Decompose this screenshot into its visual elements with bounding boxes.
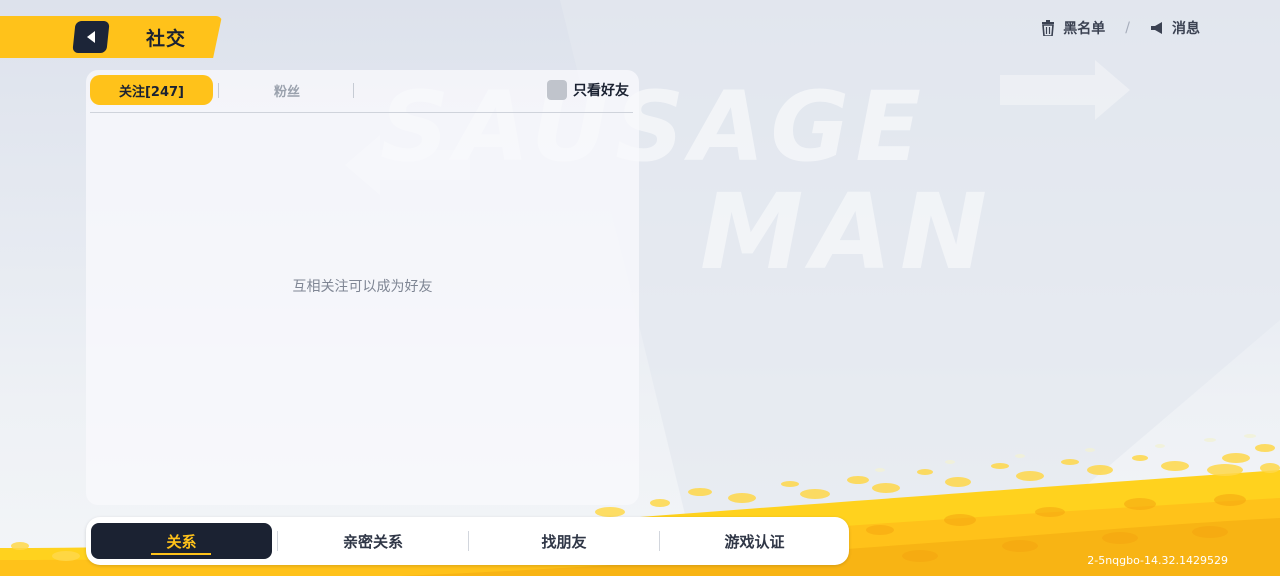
empty-state-message: 互相关注可以成为好友 <box>292 279 433 295</box>
active-tab-indicator <box>151 553 211 555</box>
header-separator: / <box>1125 20 1130 36</box>
tab-divider <box>353 83 354 98</box>
back-arrow-icon <box>87 31 95 43</box>
nav-find-friends[interactable]: 找朋友 <box>469 517 659 565</box>
friends-only-label: 只看好友 <box>573 83 629 99</box>
social-list-panel: 关注[247] 粉丝 只看好友 互相关注可以成为好友 <box>86 70 639 505</box>
friends-only-toggle[interactable]: 只看好友 <box>547 80 629 100</box>
nav-relations[interactable]: 关系 <box>91 523 272 559</box>
version-text: 2-5nqgbo-14.32.1429529 <box>1087 554 1228 567</box>
back-button[interactable] <box>72 21 110 53</box>
blacklist-label: 黑名单 <box>1063 21 1106 37</box>
blacklist-button[interactable]: 黑名单 <box>1041 18 1105 38</box>
title-banner <box>0 16 222 58</box>
nav-game-verification[interactable]: 游戏认证 <box>660 517 849 565</box>
page-title: 社交 <box>146 28 187 50</box>
nav-relations-label: 关系 <box>166 532 197 551</box>
tab-bar-divider <box>90 112 633 113</box>
friends-only-checkbox[interactable] <box>547 80 567 100</box>
logo-watermark-line2: MAN <box>700 171 995 293</box>
megaphone-icon <box>1151 22 1162 34</box>
tab-divider <box>218 83 219 98</box>
nav-intimate-relations-label: 亲密关系 <box>342 532 403 551</box>
trash-icon <box>1042 20 1055 36</box>
nav-find-friends-label: 找朋友 <box>541 532 587 551</box>
top-right-actions: 黑名单 / 消息 <box>1041 18 1200 38</box>
bottom-nav: 关系 亲密关系 找朋友 游戏认证 <box>86 517 849 565</box>
tab-following[interactable]: 关注[247] <box>90 75 213 105</box>
messages-button[interactable]: 消息 <box>1150 18 1200 38</box>
nav-intimate-relations[interactable]: 亲密关系 <box>278 517 468 565</box>
messages-label: 消息 <box>1172 21 1200 37</box>
tab-fans[interactable]: 粉丝 <box>222 75 352 105</box>
nav-game-verification-label: 游戏认证 <box>724 532 785 551</box>
